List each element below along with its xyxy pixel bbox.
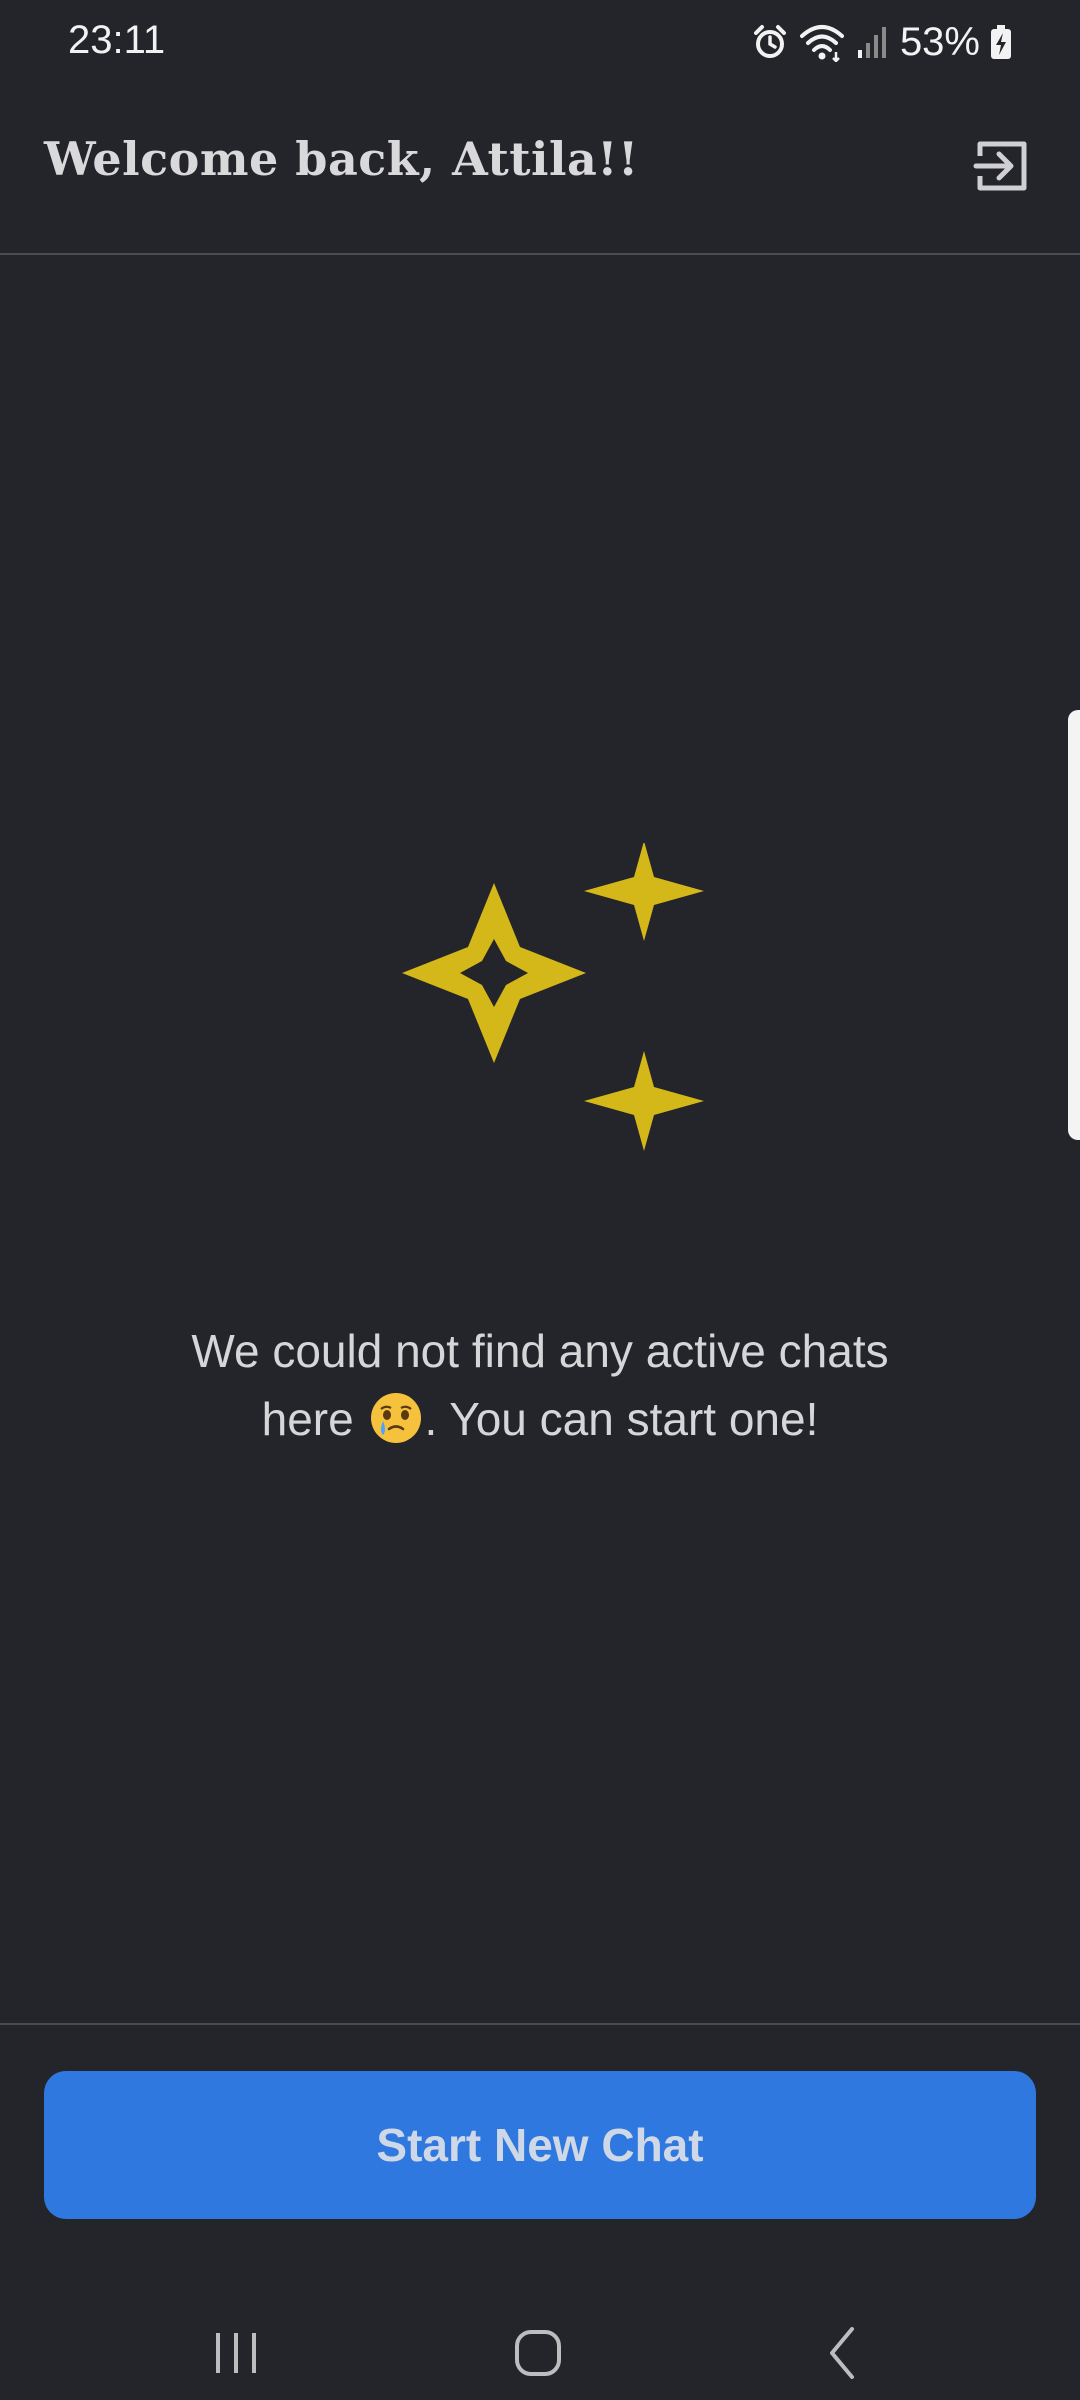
logout-button[interactable] xyxy=(972,136,1032,196)
edge-panel-handle[interactable] xyxy=(1068,710,1080,1140)
back-button[interactable] xyxy=(802,2313,882,2383)
empty-message-line2-start: here xyxy=(261,1393,354,1445)
home-button[interactable] xyxy=(498,2313,578,2383)
navigation-bar xyxy=(0,2293,1080,2400)
logout-icon xyxy=(973,141,1027,191)
sparkles-icon xyxy=(402,843,704,1151)
empty-message-line1: We could not find any active chats xyxy=(191,1325,889,1377)
face-holding-back-tears-emoji xyxy=(370,1393,421,1443)
footer: Start New Chat xyxy=(0,2023,1080,2293)
recent-apps-icon xyxy=(216,2333,256,2373)
signal-icon xyxy=(856,24,890,60)
battery-charging-icon xyxy=(990,24,1012,60)
recent-apps-button[interactable] xyxy=(196,2313,276,2383)
app-header: Welcome back, Attila!! xyxy=(0,88,1080,255)
home-icon xyxy=(515,2330,561,2376)
status-icons: 53% xyxy=(752,16,1012,68)
empty-message: We could not find any active chats here … xyxy=(120,1317,960,1453)
empty-message-line2-end: . You can start one! xyxy=(424,1393,819,1445)
alarm-icon xyxy=(752,24,788,60)
battery-percentage: 53% xyxy=(899,19,980,64)
page-title: Welcome back, Attila!! xyxy=(44,132,639,186)
start-new-chat-button[interactable]: Start New Chat xyxy=(44,2071,1036,2219)
status-time: 23:11 xyxy=(68,18,166,62)
wifi-icon xyxy=(798,22,846,62)
back-icon xyxy=(830,2327,854,2379)
empty-state: We could not find any active chats here … xyxy=(0,255,1080,2023)
status-bar: 23:11 53% xyxy=(0,0,1080,88)
